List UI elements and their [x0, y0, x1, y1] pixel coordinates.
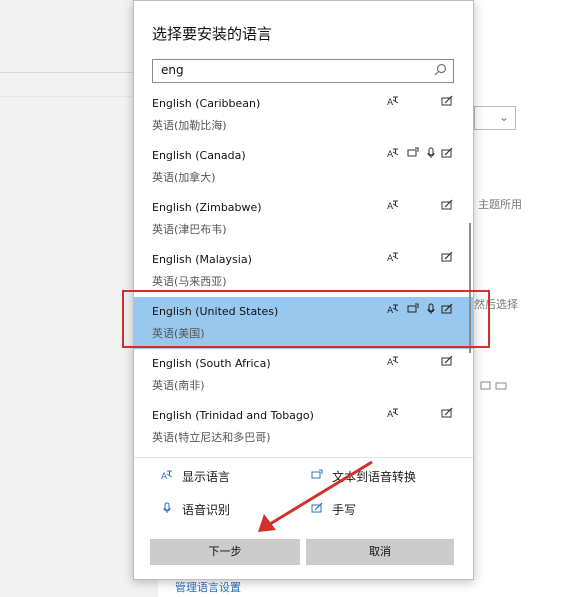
microphone-icon: [163, 502, 171, 513]
display-language-icon: A: [387, 96, 399, 107]
handwriting-icon: [441, 147, 453, 158]
dialog-title: 选择要安装的语言: [152, 25, 273, 43]
handwriting-icon: [441, 251, 453, 262]
language-item-english-caribbean[interactable]: English (Caribbean) 英语(加勒比海) A: [134, 93, 473, 141]
language-item-english-zimbabwe[interactable]: English (Zimbabwe) 英语(津巴布韦) A: [134, 193, 473, 245]
svg-text:A: A: [387, 358, 394, 367]
language-item-english-canada[interactable]: English (Canada) 英语(加拿大) A: [134, 141, 473, 193]
language-native-name: 英语(特立尼达和多巴哥): [152, 431, 271, 444]
legend-text-to-speech: 文本到语音转换: [332, 470, 417, 484]
handwriting-icon: [441, 407, 453, 418]
search-input[interactable]: eng: [161, 63, 184, 77]
language-search-box[interactable]: eng: [152, 59, 454, 83]
svg-text:A: A: [387, 254, 394, 263]
highlight-annotation-box: [122, 290, 490, 348]
language-name: English (South Africa): [152, 357, 271, 370]
svg-text:A: A: [387, 410, 394, 419]
display-language-icon: A: [387, 200, 399, 211]
chevron-down-icon: ⌄: [498, 110, 509, 124]
language-native-name: 英语(津巴布韦): [152, 223, 227, 236]
handwriting-icon: [441, 95, 453, 106]
language-list[interactable]: English (Caribbean) 英语(加勒比海) A English (…: [134, 93, 473, 453]
text-to-speech-icon: [407, 147, 419, 157]
svg-text:A: A: [387, 150, 394, 159]
display-language-icon: A: [387, 356, 399, 367]
next-button[interactable]: 下一步: [150, 539, 300, 565]
manage-language-settings-link[interactable]: 管理语言设置: [175, 579, 241, 595]
background-feature-icons: [480, 381, 508, 394]
language-native-name: 英语(南非): [152, 379, 205, 392]
microphone-icon: [427, 147, 435, 158]
display-language-icon: A: [387, 408, 399, 419]
display-language-icon: A: [161, 470, 173, 481]
handwriting-icon: [441, 199, 453, 210]
handwriting-icon: [311, 502, 323, 513]
cancel-button[interactable]: 取消: [306, 539, 454, 565]
legend-display-language: 显示语言: [182, 470, 231, 484]
display-language-icon: A: [387, 148, 399, 159]
language-name: English (Canada): [152, 149, 246, 162]
language-name: English (Trinidad and Tobago): [152, 409, 314, 422]
language-name: English (Malaysia): [152, 253, 252, 266]
language-native-name: 英语(加勒比海): [152, 119, 227, 132]
legend-speech-recognition: 语音识别: [182, 503, 231, 517]
background-text-theme: 主题所用: [478, 198, 522, 211]
background-dropdown[interactable]: ⌄: [474, 106, 516, 130]
legend-handwriting: 手写: [332, 503, 357, 517]
svg-text:A: A: [387, 202, 394, 211]
display-language-icon: A: [387, 252, 399, 263]
legend-divider: [134, 457, 473, 458]
text-to-speech-icon: [311, 469, 323, 479]
language-item-english-trinidad-and-tobago[interactable]: English (Trinidad and Tobago) 英语(特立尼达和多巴…: [134, 401, 473, 453]
language-native-name: 英语(马来西亚): [152, 275, 227, 288]
svg-text:A: A: [387, 98, 394, 107]
search-icon[interactable]: [432, 62, 448, 78]
svg-text:A: A: [161, 472, 168, 481]
handwriting-icon: [441, 355, 453, 366]
language-native-name: 英语(加拿大): [152, 171, 216, 184]
language-name: English (Zimbabwe): [152, 201, 262, 214]
language-name: English (Caribbean): [152, 97, 261, 110]
language-item-english-south-africa[interactable]: English (South Africa) 英语(南非) A: [134, 349, 473, 401]
